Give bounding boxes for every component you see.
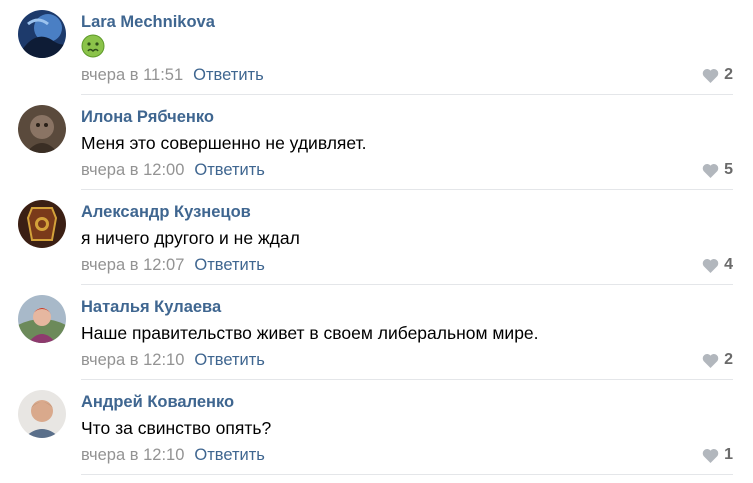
like-count: 4	[724, 256, 733, 273]
reply-link[interactable]: Ответить	[194, 446, 265, 464]
comment-text: я ничего другого и не ждал	[81, 228, 300, 248]
like-count: 5	[724, 161, 733, 178]
comment-item: Александр Кузнецов я ничего другого и не…	[0, 190, 753, 285]
avatar[interactable]	[18, 200, 66, 248]
comment-item: Наталья Кулаева Наше правительство живет…	[0, 285, 753, 380]
heart-icon	[702, 68, 719, 83]
comment-meta: вчера в 12:10 Ответить	[81, 446, 265, 465]
comment-date[interactable]: вчера в 12:10	[81, 446, 184, 464]
reply-link[interactable]: Ответить	[193, 66, 264, 84]
avatar[interactable]	[18, 390, 66, 438]
comment-text: Меня это совершенно не удивляет.	[81, 133, 367, 153]
comment-author[interactable]: Андрей Коваленко	[81, 393, 234, 412]
comment-date[interactable]: вчера в 12:07	[81, 256, 184, 274]
like-button[interactable]: 4	[702, 256, 733, 274]
like-button[interactable]: 2	[702, 66, 733, 84]
comment-author[interactable]: Илона Рябченко	[81, 108, 214, 127]
heart-icon	[702, 163, 719, 178]
reply-link[interactable]: Ответить	[194, 161, 265, 179]
like-button[interactable]: 5	[702, 161, 733, 179]
divider	[81, 474, 733, 475]
comment-meta: вчера в 12:10 Ответить	[81, 351, 265, 370]
reply-link[interactable]: Ответить	[194, 256, 265, 274]
comment-date[interactable]: вчера в 11:51	[81, 66, 183, 84]
avatar[interactable]	[18, 105, 66, 153]
like-button[interactable]: 2	[702, 351, 733, 369]
heart-icon	[702, 353, 719, 368]
comment-date[interactable]: вчера в 12:00	[81, 161, 184, 179]
nauseated-face-emoji-icon	[81, 34, 105, 58]
comment-author[interactable]: Александр Кузнецов	[81, 203, 251, 222]
comment-date[interactable]: вчера в 12:10	[81, 351, 184, 369]
comment-item: Илона Рябченко Меня это совершенно не уд…	[0, 95, 753, 190]
reply-link[interactable]: Ответить	[194, 351, 265, 369]
comment-author[interactable]: Наталья Кулаева	[81, 298, 221, 317]
comment-meta: вчера в 12:00 Ответить	[81, 161, 265, 180]
comment-item: Lara Mechnikova вчера в 11:51 Ответить 2	[0, 0, 753, 95]
comment-meta: вчера в 12:07 Ответить	[81, 256, 265, 275]
like-button[interactable]: 1	[702, 446, 733, 464]
comment-author[interactable]: Lara Mechnikova	[81, 13, 215, 32]
comments-list: Lara Mechnikova вчера в 11:51 Ответить 2	[0, 0, 753, 483]
like-count: 2	[724, 351, 733, 368]
comment-meta: вчера в 11:51 Ответить	[81, 66, 264, 85]
like-count: 1	[724, 446, 733, 463]
avatar[interactable]	[18, 295, 66, 343]
heart-icon	[702, 258, 719, 273]
like-count: 2	[724, 66, 733, 83]
heart-icon	[702, 448, 719, 463]
comment-text: Наше правительство живет в своем либерал…	[81, 323, 539, 343]
comment-item: Андрей Коваленко Что за свинство опять? …	[0, 380, 753, 475]
avatar[interactable]	[18, 10, 66, 58]
comment-text: Что за свинство опять?	[81, 418, 272, 438]
